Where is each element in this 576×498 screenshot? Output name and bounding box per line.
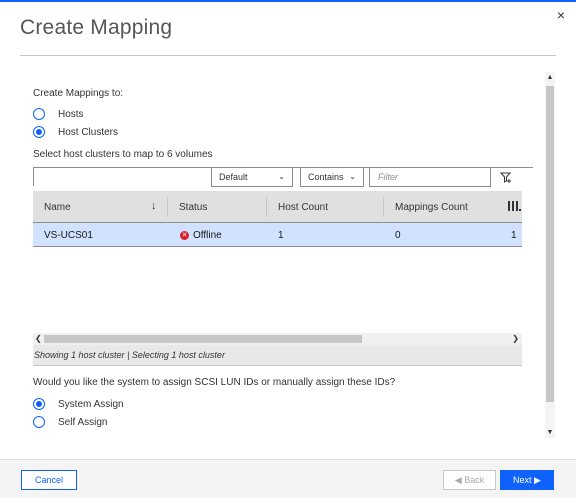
title-divider xyxy=(20,55,556,56)
table-header: Name ↓ Status Host Count Mappings Count xyxy=(33,191,522,223)
back-button[interactable]: ◀ Back xyxy=(443,470,496,490)
chevron-down-icon: ⌄ xyxy=(349,172,356,181)
radio-host-clusters[interactable]: Host Clusters xyxy=(33,126,118,138)
match-dropdown[interactable]: Contains ⌄ xyxy=(300,167,364,187)
close-icon[interactable]: × xyxy=(554,8,568,22)
column-header-host-count[interactable]: Host Count xyxy=(266,197,328,217)
vertical-scrollbar[interactable]: ▲ ▼ xyxy=(545,72,555,438)
filter-input[interactable] xyxy=(369,167,491,187)
table-row[interactable]: VS-UCS01 ✕ Offline 1 0 1 xyxy=(33,223,522,247)
toolbar-left-edge xyxy=(33,168,34,186)
column-header-label: Name xyxy=(44,201,71,213)
radio-self-assign-indicator[interactable] xyxy=(33,416,45,428)
radio-system-assign[interactable]: System Assign xyxy=(33,398,124,410)
filter-settings-icon[interactable] xyxy=(500,171,512,183)
top-accent-bar xyxy=(0,0,576,2)
radio-hosts[interactable]: Hosts xyxy=(33,108,84,120)
dialog-content: Create Mappings to: Hosts Host Clusters … xyxy=(20,72,542,438)
radio-hosts-indicator[interactable] xyxy=(33,108,45,120)
radio-host-clusters-indicator[interactable] xyxy=(33,126,45,138)
lun-question: Would you like the system to assign SCSI… xyxy=(33,377,396,388)
view-dropdown-value: Default xyxy=(219,172,248,182)
match-dropdown-value: Contains xyxy=(308,172,344,182)
scroll-up-icon[interactable]: ▲ xyxy=(545,74,555,81)
radio-system-assign-indicator[interactable] xyxy=(33,398,45,410)
radio-self-assign[interactable]: Self Assign xyxy=(33,416,107,428)
column-header-mappings-count[interactable]: Mappings Count xyxy=(383,197,468,217)
radio-system-assign-label: System Assign xyxy=(58,398,124,410)
radio-self-assign-label: Self Assign xyxy=(58,416,108,428)
next-button[interactable]: Next ▶ xyxy=(500,470,554,490)
cell-name: VS-UCS01 xyxy=(44,229,93,241)
scroll-right-icon[interactable]: ❯ xyxy=(512,333,519,345)
vertical-scroll-thumb[interactable] xyxy=(546,86,554,402)
column-header-status[interactable]: Status xyxy=(167,197,207,217)
column-header-label: Status xyxy=(179,201,208,213)
radio-host-clusters-label: Host Clusters xyxy=(58,126,119,138)
cell-mappings-count: 0 xyxy=(395,229,401,241)
host-clusters-table: Name ↓ Status Host Count Mappings Count … xyxy=(33,191,522,247)
cancel-button[interactable]: Cancel xyxy=(21,470,77,490)
cell-status-text: Offline xyxy=(193,229,222,241)
select-instruction: Select host clusters to map to 6 volumes xyxy=(33,149,213,160)
scroll-left-icon[interactable]: ❮ xyxy=(35,333,42,345)
cell-host-count: 1 xyxy=(278,229,284,241)
radio-hosts-label: Hosts xyxy=(58,108,84,120)
cell-overflow: 1 xyxy=(511,229,517,241)
view-dropdown[interactable]: Default ⌄ xyxy=(211,167,293,187)
chevron-down-icon: ⌄ xyxy=(278,172,285,181)
table-status-bar: Showing 1 host cluster | Selecting 1 hos… xyxy=(33,345,522,366)
scroll-down-icon[interactable]: ▼ xyxy=(545,429,555,436)
cell-status: ✕ Offline xyxy=(180,223,222,247)
dialog-footer: Cancel ◀ Back Next ▶ xyxy=(0,459,576,498)
column-header-name[interactable]: Name xyxy=(33,191,71,223)
mapping-target-label: Create Mappings to: xyxy=(33,88,124,99)
horizontal-scrollbar[interactable]: ❮ ❯ xyxy=(33,333,522,345)
sort-descending-icon[interactable]: ↓ xyxy=(151,200,157,212)
horizontal-scroll-thumb[interactable] xyxy=(44,335,362,343)
column-header-label: Host Count xyxy=(278,201,329,213)
column-header-label: Mappings Count xyxy=(395,201,468,213)
error-icon: ✕ xyxy=(180,230,189,240)
column-settings-icon[interactable] xyxy=(507,199,521,213)
dialog-title: Create Mapping xyxy=(20,16,173,39)
